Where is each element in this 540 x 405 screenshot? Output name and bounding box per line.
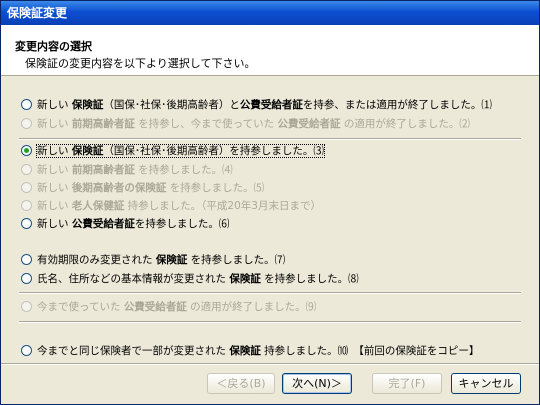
divider	[19, 292, 521, 294]
step-heading: 変更内容の選択	[15, 40, 92, 53]
divider	[19, 321, 521, 323]
radio-selected-icon[interactable]	[21, 145, 32, 156]
option-10: 今まで使っていた 公費受給者証 の適用が終了しました。⑼	[21, 299, 316, 315]
wizard-window: 保険証変更 変更内容の選択 保険証の変更内容を以下より選択して下さい。 新しい …	[0, 0, 540, 405]
radio-icon[interactable]	[21, 345, 32, 356]
option-4: 新しい 前期高齢者証 を持参しました。⑷	[21, 162, 233, 178]
option-1[interactable]: 新しい 保険証（国保･社保･後期高齢者）と公費受給者証を持参、または適用が終了し…	[21, 97, 492, 113]
cancel-button[interactable]: キャンセル	[451, 373, 521, 394]
option-8[interactable]: 有効期限のみ変更された 保険証 を持参しました。⑺	[21, 252, 285, 268]
radio-icon	[21, 301, 32, 312]
title-bar: 保険証変更	[1, 1, 539, 25]
radio-icon	[21, 182, 32, 193]
radio-icon	[21, 164, 32, 175]
wizard-header: 変更内容の選択 保険証の変更内容を以下より選択して下さい。	[1, 25, 539, 76]
option-9[interactable]: 氏名、住所などの基本情報が変更された 保険証 を持参しました。⑻	[21, 271, 359, 287]
radio-icon	[21, 200, 32, 211]
divider	[19, 138, 521, 140]
finish-button[interactable]: 完了(F)	[372, 373, 442, 394]
option-11[interactable]: 今までと同じ保険者で一部が変更された 保険証 持参しました。⑽ 【前回の保険証を…	[21, 343, 479, 359]
option-6: 新しい 老人保健証 持参しました。（平成20年3月末日まで）	[21, 198, 321, 214]
step-subtitle: 保険証の変更内容を以下より選択して下さい。	[25, 57, 256, 70]
radio-icon[interactable]	[21, 254, 32, 265]
next-button[interactable]: 次へ(N)＞	[282, 373, 352, 394]
option-2: 新しい 前期高齢者証 を持参し、今まで使っていた 公費受給者証 の適用が終了しま…	[21, 116, 470, 132]
radio-icon[interactable]	[21, 99, 32, 110]
radio-icon[interactable]	[21, 218, 32, 229]
back-button[interactable]: ＜戻る(B)	[207, 373, 275, 394]
option-7[interactable]: 新しい 公費受給者証を持参しました。⑹	[21, 216, 229, 232]
option-3[interactable]: 新しい 保険証（国保･社保･後期高齢者）を持参しました。⑶	[21, 143, 325, 159]
footer-divider	[1, 363, 539, 365]
option-5: 新しい 後期高齢者の保険証 を持参しました。⑸	[21, 180, 264, 196]
radio-icon[interactable]	[21, 273, 32, 284]
radio-icon	[21, 118, 32, 129]
